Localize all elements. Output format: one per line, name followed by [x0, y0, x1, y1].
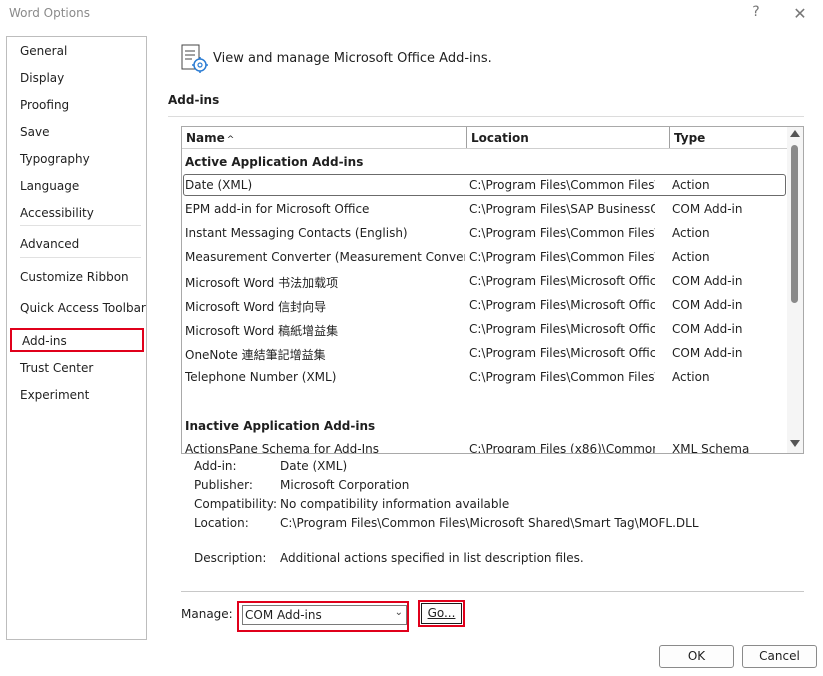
sidebar-item-typography[interactable]: Typography — [20, 151, 90, 167]
sidebar-item-advanced[interactable]: Advanced — [20, 236, 79, 252]
sidebar-item-addins-selected[interactable]: Add-ins — [10, 328, 144, 352]
row-type: COM Add-in — [672, 346, 743, 360]
row-location: C:\Program Files\Microsoft Office\ — [469, 298, 655, 312]
table-row[interactable]: Instant Messaging Contacts (English) C:\… — [182, 222, 787, 246]
row-name: Telephone Number (XML) — [185, 370, 337, 384]
manage-dropdown[interactable]: COM Add-ins ⌄ — [242, 605, 407, 625]
row-name: Microsoft Word 稿紙增益集 — [185, 324, 339, 338]
addin-gear-icon — [180, 44, 210, 74]
row-type: COM Add-in — [672, 298, 743, 312]
page-description: View and manage Microsoft Office Add-ins… — [213, 51, 492, 66]
table-row[interactable]: Microsoft Word 稿紙增益集 C:\Program Files\Mi… — [182, 318, 787, 342]
row-type: Action — [672, 178, 710, 192]
group-active-addins: Active Application Add-ins — [185, 155, 364, 169]
row-name: ActionsPane Schema for Add-Ins — [185, 442, 380, 454]
row-type: Action — [672, 226, 710, 240]
row-name: Measurement Converter (Measurement Conve… — [185, 250, 465, 264]
sidebar-item-general[interactable]: General — [20, 43, 67, 59]
title-bar: Word Options ? ✕ — [0, 0, 823, 28]
help-button[interactable]: ? — [749, 4, 763, 22]
table-row[interactable]: OneNote 連結筆記增益集 C:\Program Files\Microso… — [182, 342, 787, 366]
sidebar-item-accessibility[interactable]: Accessibility — [20, 205, 94, 221]
row-type: XML Schema — [672, 442, 750, 454]
options-sidebar: General Display Proofing Save Typography… — [6, 36, 147, 640]
row-type: COM Add-in — [672, 274, 743, 288]
sidebar-item-trust-center[interactable]: Trust Center — [20, 360, 93, 376]
list-scrollbar[interactable] — [787, 127, 803, 453]
row-location: C:\Program Files\SAP BusinessObj — [469, 202, 655, 216]
scrollbar-thumb[interactable] — [791, 145, 798, 303]
row-type: Action — [672, 370, 710, 384]
cancel-button[interactable]: Cancel — [742, 645, 817, 668]
detail-addin-value: Date (XML) — [280, 459, 348, 473]
sidebar-divider — [20, 257, 141, 258]
detail-compatibility-label: Compatibility: — [194, 497, 278, 511]
manage-selected-value: COM Add-ins — [245, 608, 322, 622]
close-button[interactable]: ✕ — [792, 4, 808, 23]
column-name-label: Name — [186, 131, 225, 145]
go-button[interactable]: Go... — [421, 603, 462, 624]
detail-addin-label: Add-in: — [194, 459, 237, 473]
row-name: Microsoft Word 书法加载项 — [185, 276, 339, 290]
addins-list[interactable]: Name ^ Location Type Active Application A… — [181, 126, 804, 454]
row-location: C:\Program Files (x86)\Common Fi — [469, 442, 655, 454]
section-divider — [168, 116, 804, 117]
detail-publisher-label: Publisher: — [194, 478, 253, 492]
window-title: Word Options — [9, 6, 90, 20]
table-row[interactable]: Microsoft Word 书法加载项 C:\Program Files\Mi… — [182, 270, 787, 294]
row-location: C:\Program Files\Common Files\M — [469, 250, 655, 264]
row-location: C:\Program Files\Microsoft Office\ — [469, 346, 655, 360]
row-location: C:\Program Files\Common Files\M — [469, 226, 655, 240]
row-location: C:\Program Files\Common Files\M — [469, 178, 655, 192]
column-header-location[interactable]: Location — [467, 127, 669, 148]
row-type: COM Add-in — [672, 202, 743, 216]
table-row[interactable]: Date (XML) C:\Program Files\Common Files… — [182, 174, 787, 198]
row-location: C:\Program Files\Common Files\M — [469, 370, 655, 384]
list-header: Name ^ Location Type — [182, 127, 787, 149]
sidebar-item-proofing[interactable]: Proofing — [20, 97, 69, 113]
group-inactive-addins: Inactive Application Add-ins — [185, 419, 376, 433]
manage-label: Manage: — [181, 607, 233, 621]
sidebar-item-display[interactable]: Display — [20, 70, 64, 86]
section-title: Add-ins — [168, 93, 220, 107]
table-row[interactable]: Measurement Converter (Measurement Conve… — [182, 246, 787, 270]
sidebar-item-language[interactable]: Language — [20, 178, 79, 194]
row-type: COM Add-in — [672, 322, 743, 336]
table-row[interactable]: ActionsPane Schema for Add-Ins C:\Progra… — [182, 438, 787, 454]
sidebar-divider — [20, 225, 141, 226]
detail-description-label: Description: — [194, 551, 267, 565]
column-header-type[interactable]: Type — [670, 127, 787, 148]
row-name: Date (XML) — [185, 178, 253, 192]
scroll-down-arrow-icon[interactable] — [790, 440, 800, 447]
scroll-up-arrow-icon[interactable] — [790, 130, 800, 137]
table-row[interactable]: EPM add-in for Microsoft Office C:\Progr… — [182, 198, 787, 222]
chevron-down-icon: ⌄ — [394, 607, 403, 618]
detail-location-label: Location: — [194, 516, 249, 530]
sort-ascending-icon: ^ — [226, 135, 235, 145]
sidebar-item-addins[interactable]: Add-ins — [22, 333, 67, 349]
table-row[interactable]: Microsoft Word 信封向导 C:\Program Files\Mic… — [182, 294, 787, 318]
sidebar-item-quick-access-toolbar[interactable]: Quick Access Toolbar — [20, 300, 146, 316]
row-location: C:\Program Files\Microsoft Office\ — [469, 322, 655, 336]
row-type: Action — [672, 250, 710, 264]
sidebar-item-customize-ribbon[interactable]: Customize Ribbon — [20, 269, 129, 285]
manage-divider — [181, 591, 804, 592]
row-name: OneNote 連結筆記增益集 — [185, 348, 326, 362]
ok-button[interactable]: OK — [659, 645, 734, 668]
table-row[interactable]: Telephone Number (XML) C:\Program Files\… — [182, 366, 787, 390]
sidebar-item-experiment[interactable]: Experiment — [20, 387, 89, 403]
column-header-name[interactable]: Name ^ — [182, 127, 466, 148]
detail-description-value: Additional actions specified in list des… — [280, 551, 584, 565]
row-name: Instant Messaging Contacts (English) — [185, 226, 408, 240]
go-button-label: Go... — [427, 606, 456, 620]
sidebar-item-save[interactable]: Save — [20, 124, 49, 140]
detail-compatibility-value: No compatibility information available — [280, 497, 510, 511]
row-location: C:\Program Files\Microsoft Office\ — [469, 274, 655, 288]
row-name: Microsoft Word 信封向导 — [185, 300, 327, 314]
detail-location-value: C:\Program Files\Common Files\Microsoft … — [280, 516, 699, 530]
row-name: EPM add-in for Microsoft Office — [185, 202, 370, 216]
detail-publisher-value: Microsoft Corporation — [280, 478, 410, 492]
